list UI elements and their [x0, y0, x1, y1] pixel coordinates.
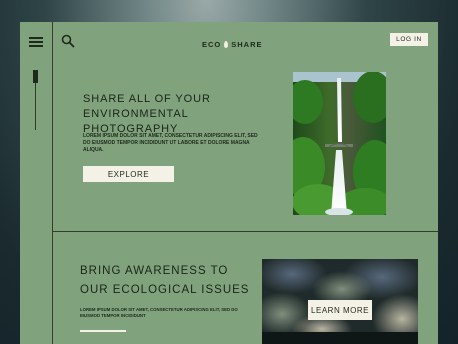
search-icon[interactable] [61, 34, 75, 48]
leaf-icon [224, 41, 229, 48]
learn-more-button[interactable]: LEARN MORE [308, 300, 372, 320]
awareness-title: BRING AWARENESS TO OUR ECOLOGICAL ISSUES [80, 265, 250, 296]
logo[interactable]: ECO SHARE [202, 40, 263, 49]
accent-line [80, 330, 126, 332]
explore-button[interactable]: EXPLORE [83, 166, 174, 182]
logo-text-right: SHARE [231, 40, 263, 49]
logo-text-left: ECO [202, 40, 222, 49]
awareness-body: LOREM IPSUM DOLOR SIT AMET, CONSECTETUR … [80, 307, 238, 318]
login-button[interactable]: LOG IN [390, 33, 428, 46]
landing-page: ECO SHARE LOG IN SHARE ALL OF YOUR ENVIR… [20, 22, 438, 344]
section-divider [53, 231, 438, 232]
scroll-thumb[interactable] [33, 70, 38, 83]
hero-title: SHARE ALL OF YOUR ENVIRONMENTAL PHOTOGRA… [83, 93, 211, 135]
menu-icon[interactable] [29, 37, 43, 47]
side-rail [20, 22, 53, 344]
hero-body: LOREM IPSUM DOLOR SIT AMET, CONSECTETUR … [83, 133, 258, 153]
waterfall-photo [293, 72, 386, 215]
